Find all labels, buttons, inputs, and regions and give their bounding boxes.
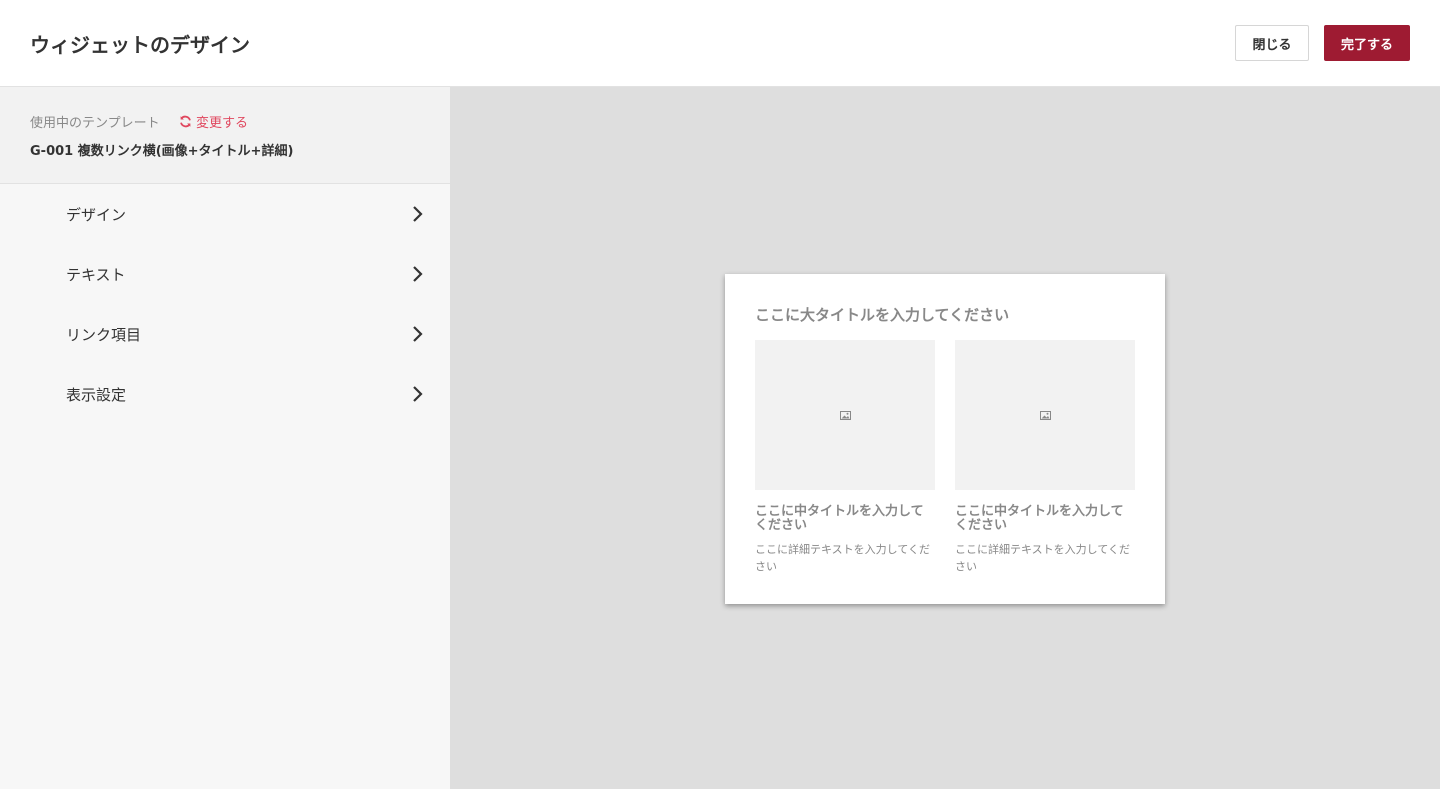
template-info: 使用中のテンプレート 変更する G-001 複数リンク横(画像+タイトル+詳細) [0, 87, 450, 184]
sidebar: 使用中のテンプレート 変更する G-001 複数リンク横(画像+タイトル+詳細)… [0, 87, 450, 789]
menu-item-display-settings[interactable]: 表示設定 [0, 364, 450, 424]
template-name: G-001 複数リンク横(画像+タイトル+詳細) [30, 144, 294, 159]
menu-item-label: デザイン [66, 206, 127, 224]
refresh-icon [180, 115, 191, 128]
page-title: ウィジェットのデザイン [30, 33, 250, 57]
image-icon [1039, 410, 1051, 420]
card-title: ここに中タイトルを入力してください [955, 504, 1124, 533]
widget-preview[interactable]: ここに大タイトルを入力してください ここに中タイトルを入力してください ここに詳… [725, 274, 1165, 604]
link-card[interactable]: ここに中タイトルを入力してください ここに詳細テキストを入力してください [755, 340, 935, 575]
menu-item-links[interactable]: リンク項目 [0, 304, 450, 364]
menu-item-label: リンク項目 [66, 326, 142, 344]
menu-item-label: テキスト [66, 266, 126, 284]
settings-menu: デザイン テキスト リンク項目 表示設定 [0, 184, 450, 424]
widget-title: ここに大タイトルを入力してください [755, 306, 1010, 324]
change-template-label: 変更する [196, 116, 249, 131]
link-card[interactable]: ここに中タイトルを入力してください ここに詳細テキストを入力してください [955, 340, 1135, 575]
card-text: ここに詳細テキストを入力してください [955, 543, 1131, 573]
chevron-right-icon [413, 326, 423, 342]
card-title: ここに中タイトルを入力してください [755, 504, 924, 533]
close-button[interactable]: 閉じる [1235, 25, 1309, 61]
template-label: 使用中のテンプレート [30, 116, 160, 131]
card-image-placeholder [755, 340, 935, 490]
chevron-right-icon [413, 386, 423, 402]
menu-item-label: 表示設定 [66, 386, 127, 404]
menu-item-text[interactable]: テキスト [0, 244, 450, 304]
header: ウィジェットのデザイン 閉じる 完了する [0, 0, 1440, 87]
card-image-placeholder [955, 340, 1135, 490]
image-icon [839, 410, 851, 420]
card-text: ここに詳細テキストを入力してください [755, 543, 931, 573]
preview-canvas: ここに大タイトルを入力してください ここに中タイトルを入力してください ここに詳… [450, 87, 1440, 789]
done-button[interactable]: 完了する [1324, 25, 1410, 61]
chevron-right-icon [413, 206, 423, 222]
chevron-right-icon [413, 266, 423, 282]
change-template-link[interactable]: 変更する [179, 112, 248, 131]
menu-item-design[interactable]: デザイン [0, 184, 450, 244]
